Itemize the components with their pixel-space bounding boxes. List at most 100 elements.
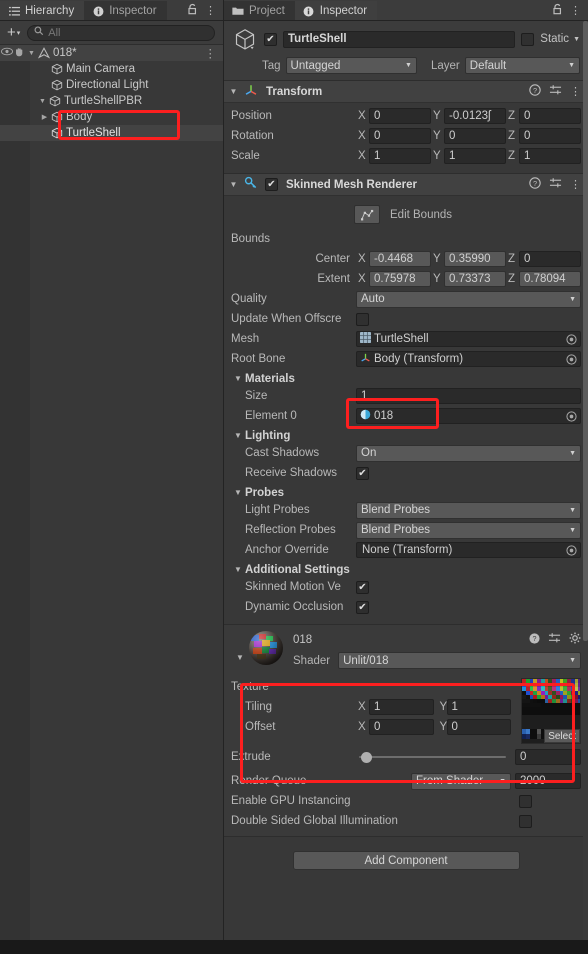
list-item[interactable]: ▼ TurtleShellPBR: [0, 93, 223, 109]
kebab-menu-icon[interactable]: ⋮: [570, 179, 581, 190]
material-foldout-arrow[interactable]: ▼: [231, 631, 249, 662]
double-sided-gi-checkbox[interactable]: ✔: [519, 814, 532, 828]
rotation-y-field[interactable]: 0: [444, 128, 506, 144]
bounds-center-x-field[interactable]: -0.4468: [369, 251, 431, 267]
expand-arrow-icon[interactable]: ▼: [228, 87, 239, 96]
root-bone-object-field[interactable]: Body (Transform): [356, 351, 581, 367]
position-z-field[interactable]: 0: [519, 108, 581, 124]
tab-hierarchy[interactable]: Hierarchy: [0, 1, 85, 21]
rotation-z-field[interactable]: 0: [519, 128, 581, 144]
position-y-field[interactable]: -0.0123ʃ: [444, 108, 506, 124]
tab-inspector[interactable]: Inspector: [294, 1, 378, 21]
list-item[interactable]: TurtleShell: [0, 125, 223, 141]
preset-icon[interactable]: [548, 632, 561, 647]
light-probes-dropdown[interactable]: Blend Probes ▼: [356, 501, 581, 519]
transform-header[interactable]: ▼ Transform ? ⋮: [224, 81, 588, 103]
lock-icon[interactable]: [187, 3, 198, 18]
element0-object-field[interactable]: 018: [356, 408, 581, 424]
object-picker-icon[interactable]: [565, 544, 578, 556]
help-icon[interactable]: ?: [529, 84, 541, 99]
expand-arrow-icon[interactable]: ▼: [26, 50, 37, 57]
collapse-arrow-icon[interactable]: ▶: [39, 113, 50, 121]
list-item[interactable]: Directional Light: [0, 77, 223, 93]
offset-y-field[interactable]: 0: [446, 719, 511, 735]
bounds-center-y-field[interactable]: 0.35990: [444, 251, 506, 267]
expand-arrow-icon[interactable]: ▼: [231, 374, 245, 383]
bounds-center-z-field[interactable]: 0: [519, 251, 581, 267]
lock-icon[interactable]: [552, 3, 563, 18]
extrude-value-field[interactable]: 0: [515, 749, 581, 765]
skinned-mesh-renderer-header[interactable]: ▼ ✔ Skinned Mesh Renderer ? ⋮: [224, 174, 588, 196]
cast-shadows-dropdown[interactable]: On ▼: [356, 444, 581, 462]
scale-x-field[interactable]: 1: [369, 148, 431, 164]
materials-foldout[interactable]: ▼ Materials: [231, 370, 581, 387]
search-input[interactable]: All: [27, 24, 215, 41]
expand-arrow-icon[interactable]: ▼: [228, 180, 239, 189]
preset-icon[interactable]: [549, 84, 562, 99]
scale-z-field[interactable]: 1: [519, 148, 581, 164]
quality-dropdown[interactable]: Auto ▼: [356, 290, 581, 308]
tab-project[interactable]: Project: [224, 1, 295, 21]
scale-y-field[interactable]: 1: [444, 148, 506, 164]
size-field[interactable]: 1: [356, 388, 581, 404]
update-when-offscreen-checkbox[interactable]: ✔: [356, 312, 369, 326]
expand-arrow-icon[interactable]: ▼: [231, 488, 245, 497]
inspector-scrollbar[interactable]: [583, 21, 588, 954]
add-component-button[interactable]: Add Component: [292, 851, 520, 870]
expand-arrow-icon[interactable]: ▼: [231, 431, 245, 440]
static-checkbox[interactable]: ✔: [521, 32, 535, 46]
tiling-x-field[interactable]: 1: [369, 699, 434, 715]
render-queue-mode-dropdown[interactable]: From Shader ▼: [411, 772, 511, 790]
offset-x-field[interactable]: 0: [369, 719, 434, 735]
dynamic-occlusion-checkbox[interactable]: ✔: [356, 600, 369, 614]
scene-kebab-icon[interactable]: ⋮: [205, 46, 224, 60]
probes-foldout[interactable]: ▼ Probes: [231, 484, 581, 501]
static-dropdown[interactable]: Static ▼: [540, 33, 580, 45]
gameobject-name-field[interactable]: TurtleShell: [283, 30, 516, 48]
texture-select-button[interactable]: Select: [544, 729, 580, 743]
pickability-hand-icon[interactable]: [13, 47, 26, 60]
tiling-y-field[interactable]: 1: [446, 699, 511, 715]
object-picker-icon[interactable]: [565, 333, 578, 345]
expand-arrow-icon[interactable]: ▼: [231, 565, 245, 574]
gear-icon[interactable]: [569, 632, 581, 647]
object-picker-icon[interactable]: [565, 353, 578, 365]
texture-preview[interactable]: Select: [521, 678, 581, 744]
visibility-eye-icon[interactable]: [0, 47, 13, 59]
extrude-slider-knob[interactable]: [361, 751, 372, 763]
preset-icon[interactable]: [549, 177, 562, 192]
gpu-instancing-checkbox[interactable]: ✔: [519, 794, 532, 808]
create-gameobject-button[interactable]: + ▾: [4, 25, 23, 40]
kebab-menu-icon[interactable]: ⋮: [570, 5, 581, 16]
list-item[interactable]: ▼ 018* ⋮: [0, 45, 223, 61]
expand-arrow-icon[interactable]: ▼: [37, 98, 48, 105]
layer-dropdown[interactable]: Default ▼: [464, 57, 580, 74]
gameobject-enabled-checkbox[interactable]: ✔: [264, 32, 277, 46]
help-icon[interactable]: ?: [529, 177, 541, 192]
shader-dropdown[interactable]: Unlit/018 ▼: [338, 652, 581, 669]
additional-settings-foldout[interactable]: ▼ Additional Settings: [231, 561, 581, 578]
tab-inspector-left[interactable]: Inspector: [84, 1, 167, 21]
extrude-slider[interactable]: [356, 749, 509, 765]
bounds-extent-x-field[interactable]: 0.75978: [369, 271, 431, 287]
tag-dropdown[interactable]: Untagged ▼: [285, 57, 417, 74]
bounds-extent-z-field[interactable]: 0.78094: [519, 271, 581, 287]
rotation-x-field[interactable]: 0: [369, 128, 431, 144]
list-item[interactable]: Main Camera: [0, 61, 223, 77]
skinned-motion-vectors-checkbox[interactable]: ✔: [356, 580, 369, 594]
kebab-menu-icon[interactable]: ⋮: [205, 5, 216, 16]
list-item[interactable]: ▶ Body: [0, 109, 223, 125]
bounds-extent-y-field[interactable]: 0.73373: [444, 271, 506, 287]
receive-shadows-checkbox[interactable]: ✔: [356, 466, 369, 480]
edit-bounds-button[interactable]: [354, 205, 380, 224]
render-queue-value-field[interactable]: 2000: [515, 773, 581, 789]
reflection-probes-dropdown[interactable]: Blend Probes ▼: [356, 521, 581, 539]
help-icon[interactable]: ?: [529, 632, 540, 647]
kebab-menu-icon[interactable]: ⋮: [570, 86, 581, 97]
object-picker-icon[interactable]: [565, 410, 578, 422]
skinned-mesh-renderer-enabled-checkbox[interactable]: ✔: [265, 178, 278, 191]
anchor-override-object-field[interactable]: None (Transform): [356, 542, 581, 558]
position-x-field[interactable]: 0: [369, 108, 431, 124]
mesh-object-field[interactable]: TurtleShell: [356, 331, 581, 347]
lighting-foldout[interactable]: ▼ Lighting: [231, 427, 581, 444]
